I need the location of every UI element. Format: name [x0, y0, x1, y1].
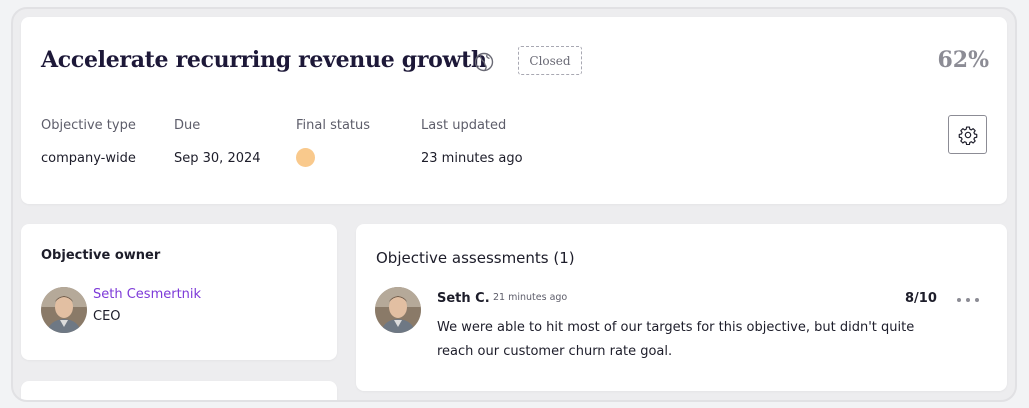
objective-header-card: Accelerate recurring revenue growth Clos…	[21, 17, 1007, 204]
objective-panel: Accelerate recurring revenue growth Clos…	[11, 7, 1017, 402]
final-status-indicator	[296, 148, 315, 167]
last-updated-label: Last updated	[421, 118, 507, 133]
status-badge: Closed	[518, 46, 582, 75]
assessment-score: 8/10	[905, 291, 937, 306]
final-status-label: Final status	[296, 118, 371, 133]
assessment-timestamp: 21 minutes ago	[493, 292, 568, 303]
assessments-heading: Objective assessments (1)	[376, 249, 575, 267]
dot	[966, 298, 970, 302]
dot	[957, 298, 961, 302]
assessments-card: Objective assessments (1) Seth C. 21 min…	[356, 224, 1007, 391]
owner-role: CEO	[93, 309, 121, 324]
last-updated-value: 23 minutes ago	[421, 151, 523, 166]
owner-name-link[interactable]: Seth Cesmertnik	[93, 287, 201, 302]
assessment-author-avatar	[375, 287, 421, 333]
settings-button[interactable]	[948, 115, 987, 154]
secondary-card	[21, 381, 337, 400]
more-options-icon[interactable]	[957, 295, 979, 305]
objective-title: Accelerate recurring revenue growth	[41, 47, 487, 73]
globe-icon	[474, 52, 494, 72]
assessment-comment: We were able to hit most of our targets …	[437, 320, 915, 359]
gear-icon	[958, 126, 977, 145]
owner-heading: Objective owner	[41, 248, 161, 263]
due-value: Sep 30, 2024	[174, 151, 261, 166]
owner-avatar	[41, 287, 87, 333]
dot	[975, 298, 979, 302]
assessment-author: Seth C.	[437, 291, 490, 306]
due-label: Due	[174, 118, 201, 133]
progress-percent: 62%	[937, 47, 989, 73]
objective-type-value: company-wide	[41, 151, 136, 166]
objective-type-label: Objective type	[41, 118, 136, 133]
